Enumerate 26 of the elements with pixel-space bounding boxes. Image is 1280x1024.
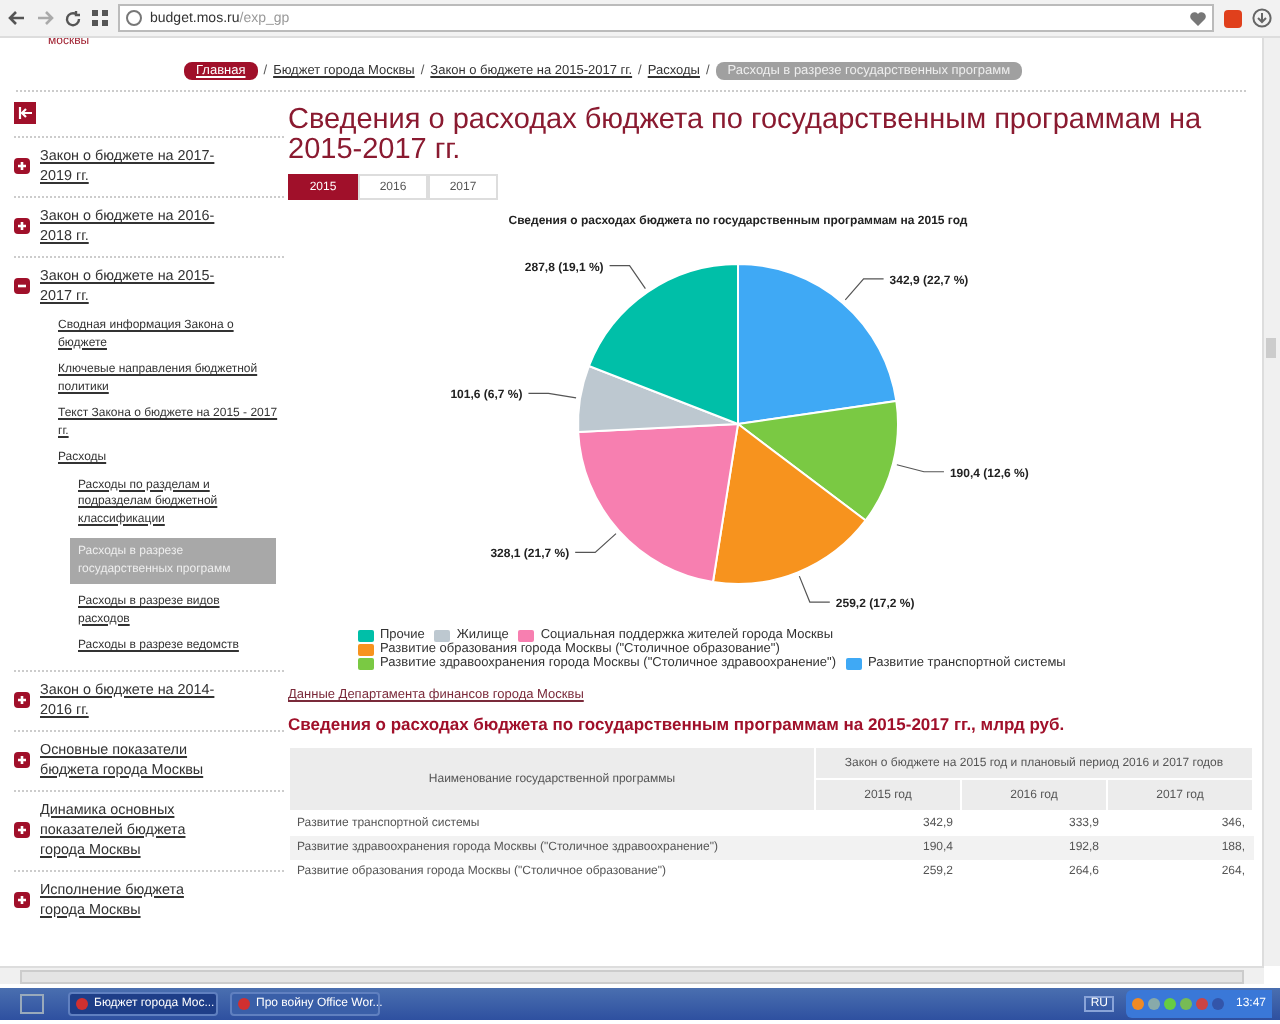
expand-toggle-icon[interactable]	[14, 278, 30, 294]
download-icon[interactable]	[1252, 8, 1272, 28]
table-title: Сведения о расходах бюджета по государственным программам на 2015-2017 гг., млрд руб.	[288, 714, 1067, 734]
page-title: Сведения о расходах бюджета по государственным программам на 2015-2017 гг.	[288, 106, 1204, 166]
leader-line	[896, 464, 945, 473]
leader-line	[844, 278, 885, 301]
horizontal-scrollbar[interactable]	[0, 966, 1264, 984]
leader-line	[798, 575, 831, 603]
expand-toggle-icon[interactable]	[14, 891, 30, 907]
back-icon[interactable]	[8, 10, 26, 26]
grid-icon[interactable]	[92, 10, 108, 26]
reload-icon[interactable]	[64, 9, 82, 27]
start-icon[interactable]	[20, 994, 44, 1014]
leader-line	[609, 264, 646, 290]
expand-toggle-icon[interactable]	[14, 158, 30, 174]
collapse-sidebar-button[interactable]	[14, 102, 36, 124]
expand-toggle-icon[interactable]	[14, 821, 30, 837]
app-icon	[76, 998, 88, 1010]
heart-icon[interactable]	[1190, 11, 1206, 25]
expand-toggle-icon[interactable]	[14, 218, 30, 234]
app-icon	[238, 998, 250, 1010]
globe-icon	[126, 10, 142, 26]
expand-toggle-icon[interactable]	[14, 691, 30, 707]
expand-toggle-icon[interactable]	[14, 751, 30, 767]
leader-line	[574, 533, 617, 553]
leader-line	[527, 392, 577, 399]
